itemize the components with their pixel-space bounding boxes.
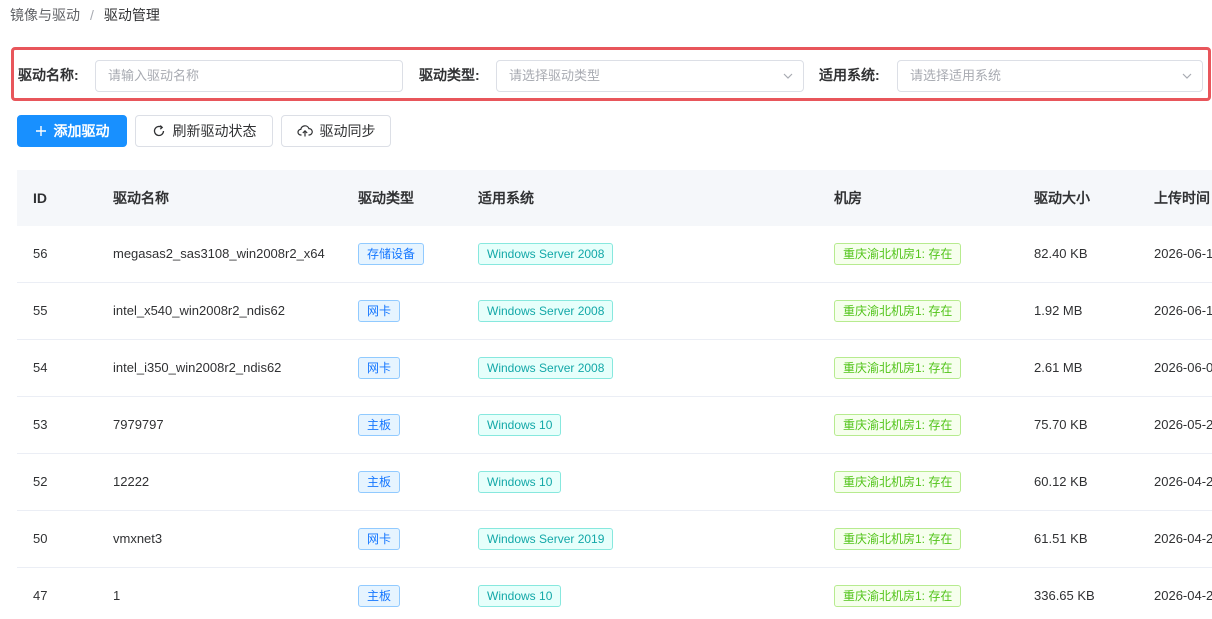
sync-driver-label: 驱动同步 (319, 123, 376, 139)
cell-id: 56 (33, 246, 48, 261)
driver-table: ID 驱动名称 驱动类型 适用系统 机房 驱动大小 上传时间 56 megasa… (17, 170, 1212, 619)
type-tag: 存储设备 (358, 243, 425, 265)
column-header-system: 适用系统 (478, 190, 534, 206)
cell-id: 53 (33, 417, 48, 432)
refresh-icon (153, 125, 164, 137)
cell-id: 47 (33, 588, 48, 603)
chevron-down-icon (783, 73, 793, 79)
system-placeholder: 请选择适用系统 (910, 68, 1002, 83)
breadcrumb-separator: / (90, 7, 94, 23)
cell-name: intel_x540_win2008r2_ndis62 (113, 303, 286, 318)
room-status-tag: 重庆渝北机房1: 存在 (834, 414, 962, 436)
room-status-tag: 重庆渝北机房1: 存在 (834, 528, 962, 550)
type-tag: 主板 (358, 471, 401, 493)
cell-size: 60.12 KB (1034, 474, 1088, 489)
cell-name: intel_i350_win2008r2_ndis62 (113, 360, 282, 375)
cell-time: 2026-06-1 (1154, 246, 1212, 261)
room-status-tag: 重庆渝北机房1: 存在 (834, 243, 962, 265)
system-tag: Windows Server 2008 (478, 357, 614, 379)
column-header-room: 机房 (834, 190, 862, 206)
cell-size: 336.65 KB (1034, 588, 1095, 603)
table-row[interactable]: 56 megasas2_sas3108_win2008r2_x64 存储设备 W… (17, 226, 1212, 283)
breadcrumb-parent[interactable]: 镜像与驱动 (10, 5, 80, 25)
type-tag: 网卡 (358, 528, 401, 550)
cloud-upload-icon (296, 125, 313, 137)
filter-bar: 驱动名称: 请输入驱动名称 驱动类型: 请选择驱动类型 适用系统: 请选择适用系… (11, 47, 1211, 101)
cell-id: 54 (33, 360, 48, 375)
cell-name: 7979797 (113, 417, 164, 432)
room-status-tag: 重庆渝北机房1: 存在 (834, 471, 962, 493)
system-tag: Windows Server 2008 (478, 243, 614, 265)
driver-type-label: 驱动类型: (419, 67, 480, 83)
cell-time: 2026-05-2 (1154, 417, 1212, 432)
system-tag: Windows 10 (478, 414, 562, 436)
room-status-tag: 重庆渝北机房1: 存在 (834, 585, 962, 607)
cell-time: 2026-06-0 (1154, 360, 1212, 375)
column-header-id: ID (33, 190, 47, 206)
cell-time: 2026-04-2 (1154, 588, 1212, 603)
system-tag: Windows Server 2019 (478, 528, 614, 550)
cell-name: megasas2_sas3108_win2008r2_x64 (113, 246, 325, 261)
driver-name-input[interactable]: 请输入驱动名称 (95, 60, 403, 92)
room-status-tag: 重庆渝北机房1: 存在 (834, 357, 962, 379)
type-tag: 网卡 (358, 357, 401, 379)
plus-icon (35, 126, 46, 136)
column-header-size: 驱动大小 (1034, 190, 1090, 206)
add-driver-label: 添加驱动 (53, 123, 110, 139)
driver-name-placeholder: 请输入驱动名称 (108, 68, 200, 83)
sync-driver-button[interactable]: 驱动同步 (281, 115, 391, 147)
add-driver-button[interactable]: 添加驱动 (17, 115, 127, 147)
driver-type-placeholder: 请选择驱动类型 (509, 68, 601, 83)
cell-name: vmxnet3 (113, 531, 163, 546)
type-tag: 主板 (358, 414, 401, 436)
table-row[interactable]: 53 7979797 主板 Windows 10 重庆渝北机房1: 存在 75.… (17, 397, 1212, 454)
table-row[interactable]: 50 vmxnet3 网卡 Windows Server 2019 重庆渝北机房… (17, 511, 1212, 568)
cell-size: 75.70 KB (1034, 417, 1088, 432)
cell-time: 2026-06-1 (1154, 303, 1212, 318)
system-label: 适用系统: (819, 67, 880, 83)
cell-size: 61.51 KB (1034, 531, 1088, 546)
system-tag: Windows Server 2008 (478, 300, 614, 322)
driver-name-label: 驱动名称: (18, 67, 79, 83)
cell-name: 12222 (113, 474, 150, 489)
column-header-name: 驱动名称 (113, 190, 169, 206)
column-header-time: 上传时间 (1154, 190, 1210, 206)
refresh-status-label: 刷新驱动状态 (172, 123, 257, 139)
table-row[interactable]: 55 intel_x540_win2008r2_ndis62 网卡 Window… (17, 283, 1212, 340)
breadcrumb-current: 驱动管理 (103, 7, 160, 23)
cell-id: 52 (33, 474, 48, 489)
cell-id: 50 (33, 531, 48, 546)
refresh-status-button[interactable]: 刷新驱动状态 (135, 115, 273, 147)
cell-time: 2026-04-2 (1154, 531, 1212, 546)
column-header-type: 驱动类型 (358, 190, 414, 206)
cell-size: 1.92 MB (1034, 303, 1083, 318)
breadcrumb: 镜像与驱动 / 驱动管理 (10, 5, 160, 25)
system-tag: Windows 10 (478, 585, 562, 607)
cell-name: 1 (113, 588, 121, 603)
driver-type-select[interactable]: 请选择驱动类型 (496, 60, 804, 92)
room-status-tag: 重庆渝北机房1: 存在 (834, 300, 962, 322)
table-header: ID 驱动名称 驱动类型 适用系统 机房 驱动大小 上传时间 (17, 170, 1212, 226)
cell-size: 82.40 KB (1034, 246, 1088, 261)
cell-size: 2.61 MB (1034, 360, 1083, 375)
cell-id: 55 (33, 303, 48, 318)
system-select[interactable]: 请选择适用系统 (897, 60, 1203, 92)
table-row[interactable]: 54 intel_i350_win2008r2_ndis62 网卡 Window… (17, 340, 1212, 397)
cell-time: 2026-04-2 (1154, 474, 1212, 489)
chevron-down-icon (1182, 73, 1192, 79)
table-row[interactable]: 47 1 主板 Windows 10 重庆渝北机房1: 存在 336.65 KB… (17, 568, 1212, 619)
table-row[interactable]: 52 12222 主板 Windows 10 重庆渝北机房1: 存在 60.12… (17, 454, 1212, 511)
system-tag: Windows 10 (478, 471, 562, 493)
type-tag: 主板 (358, 585, 401, 607)
type-tag: 网卡 (358, 300, 401, 322)
